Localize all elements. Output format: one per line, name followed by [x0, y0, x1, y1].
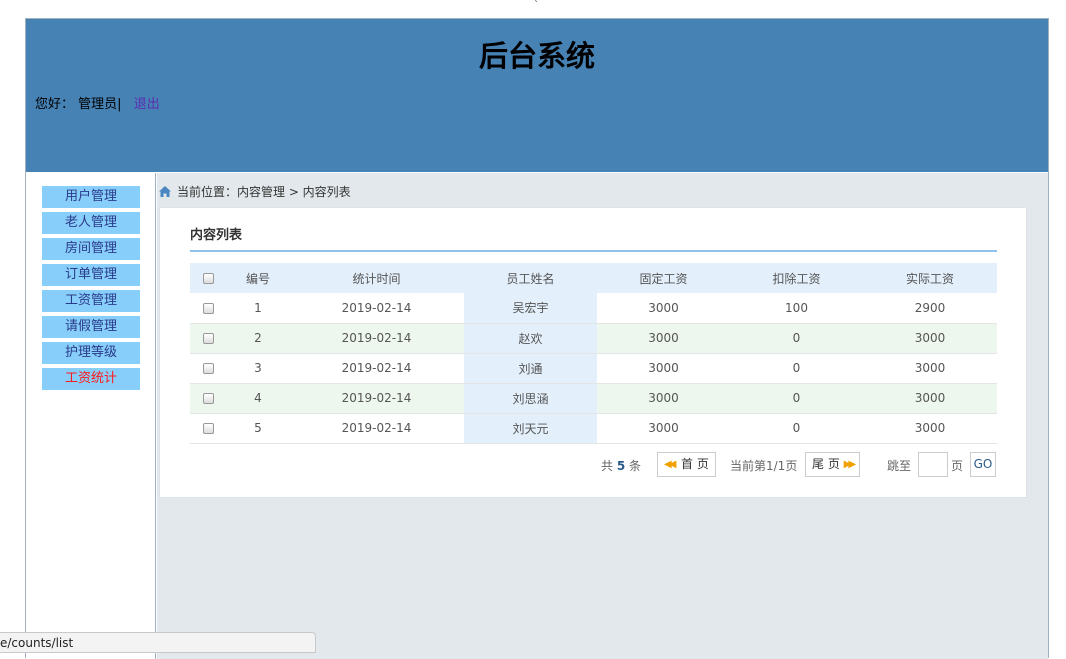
- row-checkbox-cell: [190, 383, 227, 414]
- cell-deduct: 0: [730, 323, 863, 354]
- cell-name: 刘通: [464, 353, 597, 384]
- col-header-date: 统计时间: [289, 263, 464, 293]
- cell-actual: 3000: [863, 323, 997, 354]
- cell-name: 赵欢: [464, 323, 597, 354]
- home-icon: [159, 186, 171, 197]
- row-checkbox-cell: [190, 293, 227, 324]
- cell-name: 刘思涵: [464, 383, 597, 414]
- cell-actual: 3000: [863, 353, 997, 384]
- col-header-deduct: 扣除工资: [730, 263, 863, 293]
- total-count-number: 5: [616, 459, 626, 473]
- app-frame: 后台系统 您好： 管理员| 退出 用户管理 老人管理 房间管理 订单管理 工资管…: [25, 18, 1049, 659]
- username-label: 管理员|: [78, 97, 122, 112]
- cell-fixed: 3000: [597, 383, 730, 414]
- row-checkbox[interactable]: [203, 423, 214, 434]
- select-all-checkbox[interactable]: [203, 273, 214, 284]
- cell-date: 2019-02-14: [289, 293, 464, 324]
- col-header-actual: 实际工资: [863, 263, 997, 293]
- sidebar-item-elder-management[interactable]: 老人管理: [42, 212, 140, 234]
- last-page-button[interactable]: 尾 页 ▶▶: [805, 452, 861, 477]
- status-bar-url: e/counts/list: [0, 632, 316, 653]
- row-checkbox-cell: [190, 413, 227, 444]
- select-all-cell: [190, 263, 227, 293]
- user-bar: 您好： 管理员| 退出: [35, 93, 160, 112]
- first-page-button[interactable]: ◀◀ 首 页: [657, 452, 716, 477]
- cell-name: 吴宏宇: [464, 293, 597, 324]
- cell-fixed: 3000: [597, 353, 730, 384]
- cell-deduct: 0: [730, 383, 863, 414]
- table-row: 2 2019-02-14 赵欢 3000 0 3000: [190, 323, 997, 354]
- sidebar-item-leave-management[interactable]: 请假管理: [42, 316, 140, 338]
- main-content: 当前位置：内容管理 > 内容列表 内容列表 编号 统计时间 员工姓名 固定工资 …: [157, 173, 1048, 659]
- cell-id: 4: [227, 383, 289, 414]
- cell-deduct: 0: [730, 353, 863, 384]
- row-checkbox-cell: [190, 353, 227, 384]
- greeting-label: 您好：: [35, 97, 75, 112]
- jump-page-input[interactable]: [918, 452, 948, 477]
- salary-table: 编号 统计时间 员工姓名 固定工资 扣除工资 实际工资 1 2019-02-14…: [190, 263, 997, 444]
- cell-deduct: 0: [730, 413, 863, 444]
- cell-id: 1: [227, 293, 289, 324]
- col-header-fixed: 固定工资: [597, 263, 730, 293]
- col-header-id: 编号: [227, 263, 289, 293]
- breadcrumb: 当前位置：内容管理 > 内容列表: [159, 183, 351, 200]
- top-tick-mark: `: [534, 0, 539, 11]
- sidebar-item-user-management[interactable]: 用户管理: [42, 186, 140, 208]
- panel-divider: [190, 250, 997, 252]
- breadcrumb-text: 当前位置：内容管理 > 内容列表: [177, 185, 351, 199]
- page-unit-label: 页: [951, 459, 964, 473]
- double-left-arrow-icon: ◀◀: [664, 459, 677, 470]
- current-page-label: 当前第1/1页: [730, 459, 798, 473]
- cell-actual: 2900: [863, 293, 997, 324]
- cell-id: 3: [227, 353, 289, 384]
- cell-fixed: 3000: [597, 413, 730, 444]
- cell-date: 2019-02-14: [289, 353, 464, 384]
- logout-link[interactable]: 退出: [134, 97, 160, 112]
- double-right-arrow-icon: ▶▶: [843, 459, 857, 470]
- jump-label: 跳至: [887, 459, 912, 473]
- cell-fixed: 3000: [597, 293, 730, 324]
- sidebar-item-care-level[interactable]: 护理等级: [42, 342, 140, 364]
- sidebar-item-salary-management[interactable]: 工资管理: [42, 290, 140, 312]
- cell-id: 5: [227, 413, 289, 444]
- cell-id: 2: [227, 323, 289, 354]
- content-panel: 内容列表 编号 统计时间 员工姓名 固定工资 扣除工资 实际工资 1 2019-…: [159, 207, 1027, 498]
- row-checkbox-cell: [190, 323, 227, 354]
- row-checkbox[interactable]: [203, 393, 214, 404]
- cell-date: 2019-02-14: [289, 323, 464, 354]
- table-row: 1 2019-02-14 吴宏宇 3000 100 2900: [190, 293, 997, 324]
- site-title: 后台系统: [478, 39, 595, 73]
- cell-date: 2019-02-14: [289, 383, 464, 414]
- sidebar-item-salary-statistics[interactable]: 工资统计: [42, 368, 140, 390]
- table-row: 5 2019-02-14 刘天元 3000 0 3000: [190, 413, 997, 444]
- sidebar: 用户管理 老人管理 房间管理 订单管理 工资管理 请假管理 护理等级 工资统计: [26, 173, 156, 659]
- table-header-row: 编号 统计时间 员工姓名 固定工资 扣除工资 实际工资: [190, 263, 997, 293]
- cell-fixed: 3000: [597, 323, 730, 354]
- total-count: 共 5 条: [601, 459, 642, 473]
- go-button[interactable]: GO: [970, 452, 996, 477]
- row-checkbox[interactable]: [203, 333, 214, 344]
- cell-deduct: 100: [730, 293, 863, 324]
- cell-actual: 3000: [863, 383, 997, 414]
- panel-title: 内容列表: [190, 228, 243, 243]
- row-checkbox[interactable]: [203, 302, 214, 314]
- header: 后台系统 您好： 管理员| 退出: [26, 19, 1048, 172]
- cell-actual: 3000: [863, 413, 997, 444]
- sidebar-item-order-management[interactable]: 订单管理: [42, 264, 140, 286]
- row-checkbox[interactable]: [203, 363, 214, 374]
- col-header-name: 员工姓名: [464, 263, 597, 293]
- cell-date: 2019-02-14: [289, 413, 464, 444]
- table-row: 4 2019-02-14 刘思涵 3000 0 3000: [190, 383, 997, 414]
- cell-name: 刘天元: [464, 413, 597, 444]
- sidebar-item-room-management[interactable]: 房间管理: [42, 238, 140, 260]
- table-row: 3 2019-02-14 刘通 3000 0 3000: [190, 353, 997, 384]
- pagination: 共 5 条 ◀◀ 首 页 当前第1/1页 尾 页 ▶▶ 跳至 页 GO: [160, 452, 1028, 478]
